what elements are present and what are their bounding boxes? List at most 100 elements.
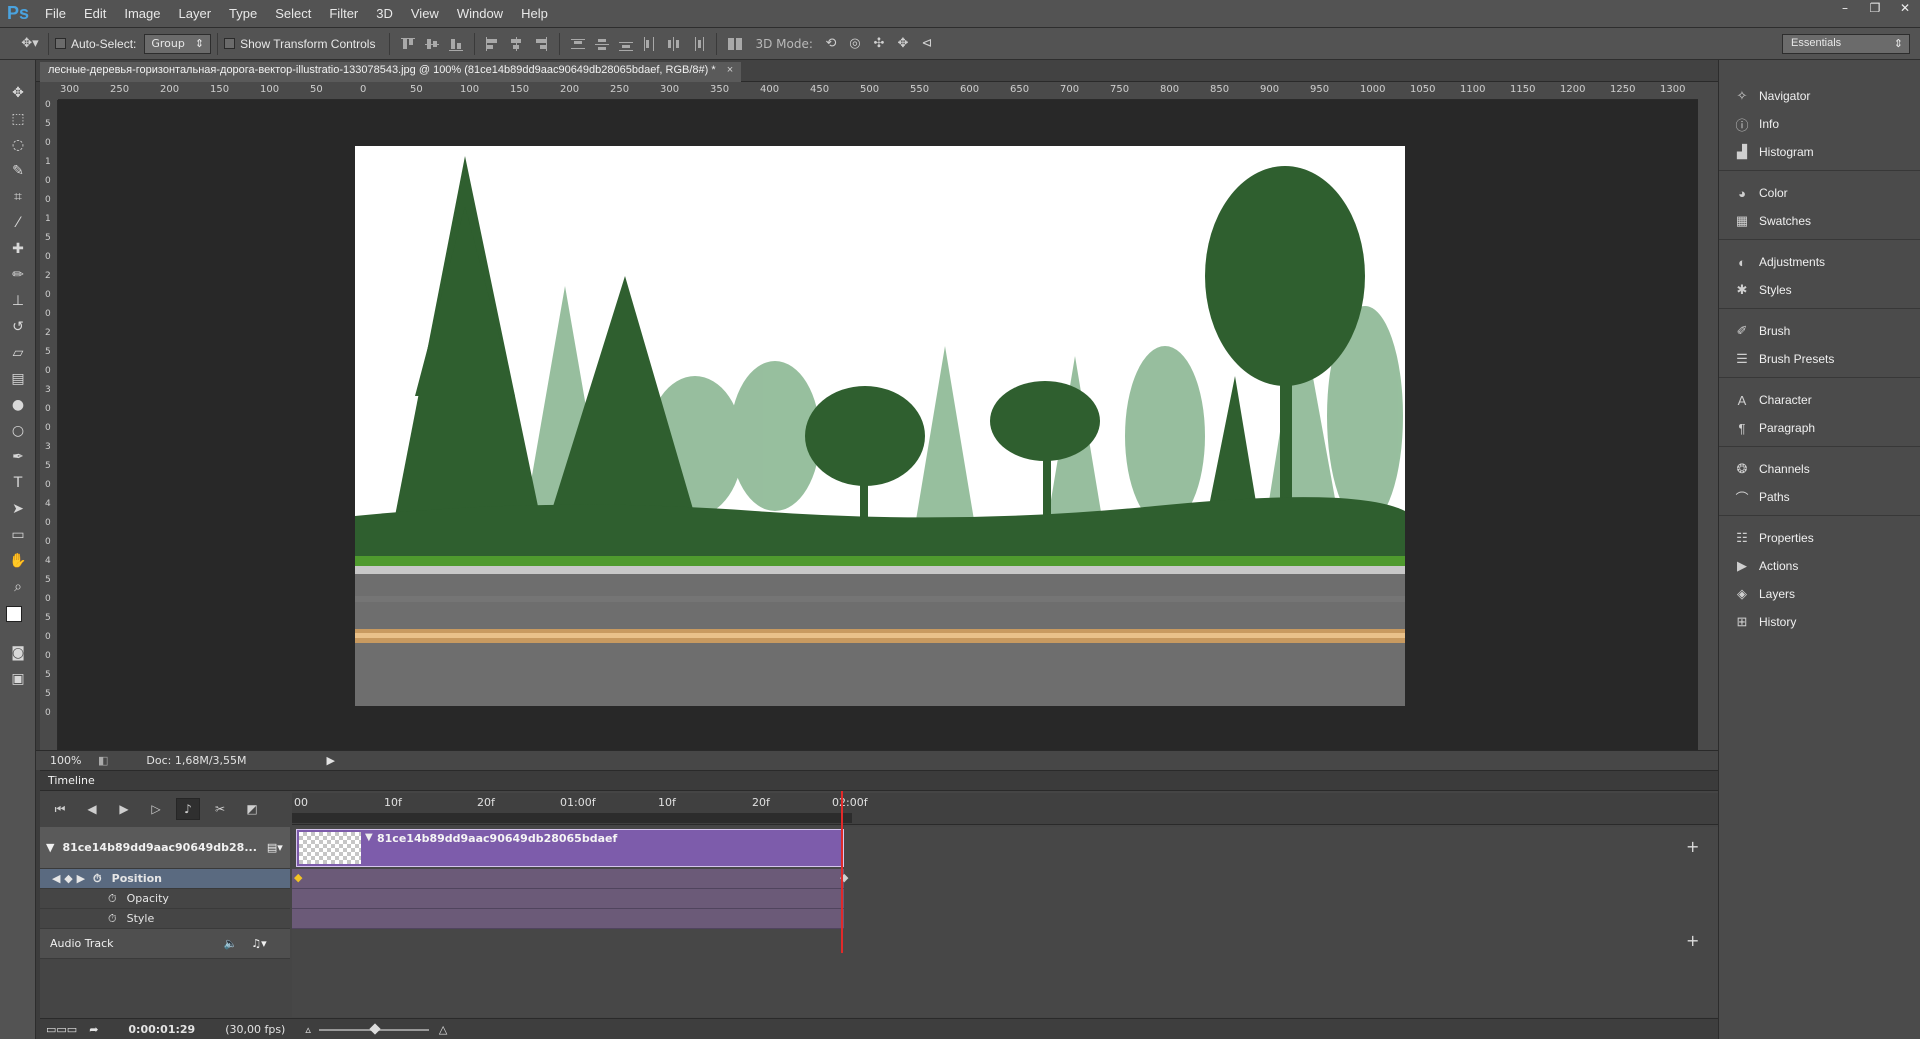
- blur-tool-icon[interactable]: ●: [0, 392, 36, 418]
- panel-history[interactable]: ⊞ History: [1719, 608, 1920, 636]
- timeline-layer-row[interactable]: ▼ 81ce14b89dd9aac90649db28... ▤▾: [40, 827, 290, 869]
- distribute-right-icon[interactable]: [689, 36, 707, 52]
- stopwatch-icon[interactable]: ⏱: [93, 872, 102, 886]
- panel-actions[interactable]: ▶ Actions: [1719, 552, 1920, 580]
- zoom-out-icon[interactable]: ▵: [305, 1023, 311, 1036]
- panel-paths[interactable]: ⌒ Paths: [1719, 483, 1920, 511]
- keyframe-icon[interactable]: ◆: [294, 871, 302, 884]
- panel-adjustments[interactable]: ◐ Adjustments: [1719, 248, 1920, 276]
- clone-stamp-tool-icon[interactable]: ⊥: [0, 288, 36, 314]
- menu-3d[interactable]: 3D: [367, 0, 402, 28]
- panel-properties[interactable]: ☷ Properties: [1719, 524, 1920, 552]
- quick-select-tool-icon[interactable]: ✎: [0, 158, 36, 184]
- menu-layer[interactable]: Layer: [170, 0, 221, 28]
- lasso-tool-icon[interactable]: ◌: [0, 132, 36, 158]
- panel-color[interactable]: ◕ Color: [1719, 179, 1920, 207]
- minimize-button[interactable]: –: [1830, 0, 1860, 18]
- next-frame-icon[interactable]: ▷: [144, 798, 168, 820]
- align-vcenter-icon[interactable]: [423, 36, 441, 52]
- align-bottom-icon[interactable]: [447, 36, 465, 52]
- 3d-slide-icon[interactable]: ✥: [891, 33, 915, 55]
- play-icon[interactable]: ▶: [112, 798, 136, 820]
- vertical-ruler[interactable]: 0 5 0 1 0 0 1 5 0 2 0 0 2 5 0 3 0 0 3 5 0 4 0 0 4 5 0 5 0 0 5 5 0: [40, 100, 58, 750]
- add-media-button[interactable]: +: [1686, 837, 1699, 856]
- speaker-icon[interactable]: 🔈: [224, 937, 238, 950]
- property-opacity-row[interactable]: ⏱ Opacity: [40, 889, 290, 909]
- transition-icon[interactable]: ◩: [240, 798, 264, 820]
- stopwatch-icon[interactable]: ⏱: [108, 892, 117, 906]
- close-window-button[interactable]: ✕: [1890, 0, 1920, 18]
- playhead[interactable]: [841, 791, 843, 953]
- restore-button[interactable]: ❐: [1860, 0, 1890, 18]
- quick-mask-icon[interactable]: ◙: [0, 640, 36, 666]
- timeline-ruler[interactable]: 00 10f 20f 01:00f 10f 20f 02:00f: [292, 793, 1720, 825]
- auto-select-checkbox[interactable]: [55, 38, 66, 49]
- align-right-icon[interactable]: [532, 36, 550, 52]
- clip-expand-icon[interactable]: ▼: [365, 832, 373, 843]
- close-document-icon[interactable]: ×: [727, 64, 733, 76]
- pen-tool-icon[interactable]: ✒: [0, 444, 36, 470]
- marquee-tool-icon[interactable]: ⬚: [0, 106, 36, 132]
- 3d-rotate-icon[interactable]: ⟲: [819, 33, 843, 55]
- audio-track-row[interactable]: Audio Track 🔈 ♫▾: [40, 929, 290, 959]
- screen-mode-icon[interactable]: ▣: [0, 666, 36, 692]
- zoom-tool-icon[interactable]: ⌕: [0, 574, 36, 600]
- distribute-left-icon[interactable]: [641, 36, 659, 52]
- horizontal-ruler[interactable]: 300 250 200 150 100 50 0 50 100 150 200 250 300 350 40…: [58, 82, 1698, 100]
- gradient-tool-icon[interactable]: ▤: [0, 366, 36, 392]
- type-tool-icon[interactable]: T: [0, 470, 36, 496]
- dodge-tool-icon[interactable]: ○: [0, 418, 36, 444]
- canvas-area[interactable]: [58, 100, 1698, 750]
- distribute-bottom-icon[interactable]: [617, 36, 635, 52]
- film-strip-icon[interactable]: ▤▾: [267, 841, 283, 854]
- 3d-roll-icon[interactable]: ◎: [843, 33, 867, 55]
- panel-channels[interactable]: ❂ Channels: [1719, 455, 1920, 483]
- align-hcenter-icon[interactable]: [508, 36, 526, 52]
- distribute-vcenter-icon[interactable]: [593, 36, 611, 52]
- panel-swatches[interactable]: ▦ Swatches: [1719, 207, 1920, 235]
- panel-navigator[interactable]: ✧ Navigator: [1719, 82, 1920, 110]
- stopwatch-icon[interactable]: ⏱: [108, 912, 117, 926]
- opacity-keyframe-track[interactable]: [292, 889, 844, 909]
- render-video-icon[interactable]: ➦: [89, 1023, 98, 1036]
- foreground-color-swatch[interactable]: [6, 606, 22, 622]
- property-position-row[interactable]: ◀ ◆ ▶ ⏱ Position: [40, 869, 290, 889]
- status-menu-icon[interactable]: ◧: [98, 754, 108, 767]
- workspace-dropdown[interactable]: Essentials ⇕: [1782, 34, 1910, 54]
- timeline-zoom-slider[interactable]: [318, 1022, 429, 1035]
- shape-tool-icon[interactable]: ▭: [0, 522, 36, 548]
- menu-filter[interactable]: Filter: [320, 0, 367, 28]
- menu-view[interactable]: View: [402, 0, 448, 28]
- brush-tool-icon[interactable]: ✏: [0, 262, 36, 288]
- panel-character[interactable]: A Character: [1719, 386, 1920, 414]
- panel-brush[interactable]: ✐ Brush: [1719, 317, 1920, 345]
- menu-window[interactable]: Window: [448, 0, 512, 28]
- align-top-icon[interactable]: [399, 36, 417, 52]
- 3d-scale-icon[interactable]: ⊲: [915, 33, 939, 55]
- timeline-tracks[interactable]: ▼ 81ce14b89dd9aac90649db28065bdaef ◆ ◆ +…: [292, 791, 1720, 1017]
- panel-styles[interactable]: ✱ Styles: [1719, 276, 1920, 304]
- menu-image[interactable]: Image: [115, 0, 169, 28]
- healing-brush-tool-icon[interactable]: ✚: [0, 236, 36, 262]
- music-note-icon[interactable]: ♫▾: [251, 937, 266, 950]
- document-tab[interactable]: лесные-деревья-горизонтальная-дорога-век…: [40, 62, 742, 82]
- hand-tool-icon[interactable]: ✋: [0, 548, 36, 574]
- menu-type[interactable]: Type: [220, 0, 266, 28]
- menu-help[interactable]: Help: [512, 0, 557, 28]
- eraser-tool-icon[interactable]: ▱: [0, 340, 36, 366]
- work-area-bar[interactable]: [292, 813, 852, 823]
- keyframe-navigator-icon[interactable]: ◀ ◆ ▶: [52, 872, 85, 885]
- panel-histogram[interactable]: ▟ Histogram: [1719, 138, 1920, 166]
- menu-edit[interactable]: Edit: [75, 0, 115, 28]
- path-select-tool-icon[interactable]: ➤: [0, 496, 36, 522]
- split-at-playhead-icon[interactable]: ✂: [208, 798, 232, 820]
- video-clip[interactable]: ▼ 81ce14b89dd9aac90649db28065bdaef: [296, 829, 844, 867]
- auto-select-dropdown[interactable]: Group ⇕: [144, 33, 212, 54]
- slider-thumb[interactable]: [369, 1022, 381, 1035]
- distribute-hcenter-icon[interactable]: [665, 36, 683, 52]
- move-tool-icon[interactable]: ✥: [0, 80, 36, 106]
- mute-audio-icon[interactable]: ♪: [176, 798, 200, 820]
- property-style-row[interactable]: ⏱ Style: [40, 909, 290, 929]
- panel-layers[interactable]: ◈ Layers: [1719, 580, 1920, 608]
- show-transform-checkbox[interactable]: [224, 38, 236, 49]
